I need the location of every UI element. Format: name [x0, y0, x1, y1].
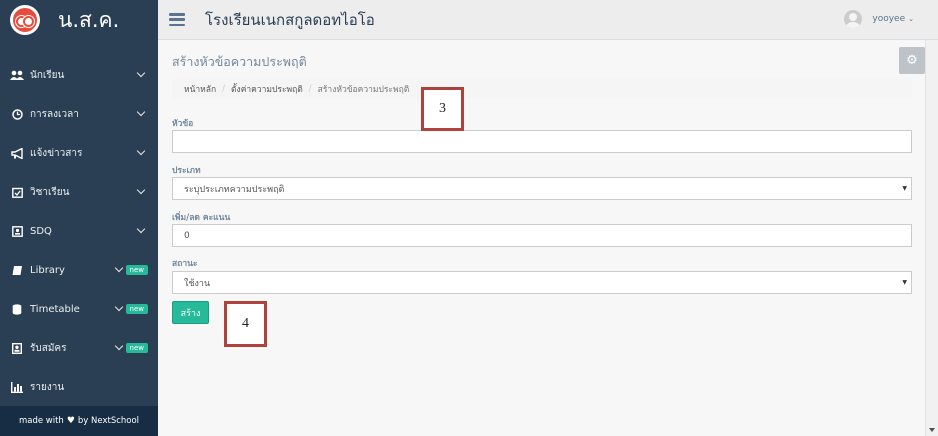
chevron-down-icon: [136, 107, 146, 117]
chevron-down-icon: [114, 263, 124, 273]
type-label: ประเภท: [172, 166, 201, 176]
sidebar-item-label: การลงเวลา: [30, 108, 79, 120]
id-card-icon: [10, 225, 24, 237]
sidebar-item-timetable[interactable]: Timetable new: [0, 294, 158, 324]
score-input[interactable]: 0: [172, 224, 912, 247]
chevron-down-icon: [136, 146, 146, 156]
sidebar-item-subjects[interactable]: วิชาเรียน: [0, 177, 158, 207]
username: yooyee: [872, 14, 906, 24]
status-label: สถานะ: [172, 259, 198, 269]
sidebar-item-announcements[interactable]: แจ้งข่าวสาร: [0, 138, 158, 168]
sidebar-item-label: วิชาเรียน: [30, 186, 70, 198]
sidebar-item-sdq[interactable]: SDQ: [0, 216, 158, 246]
gear-icon: ⚙: [906, 53, 918, 68]
breadcrumb-separator: /: [222, 84, 226, 94]
new-badge: new: [125, 304, 148, 314]
users-icon: [10, 69, 24, 81]
footer-text-left: made with: [18, 416, 64, 426]
main-content: สร้างหัวข้อความประพฤติ ⚙ หน้าหลัก / ตั้ง…: [158, 40, 925, 436]
status-select-value: ใช้งาน: [184, 278, 211, 289]
bar-chart-icon: [10, 381, 24, 393]
sidebar-item-label: รับสมัคร: [30, 342, 67, 354]
menu-toggle-icon[interactable]: [169, 13, 185, 26]
owl-logo-icon: [10, 5, 40, 35]
breadcrumb-behavior-settings[interactable]: ตั้งค่าความประพฤติ: [231, 82, 303, 96]
bullhorn-icon: [10, 147, 24, 159]
caret-down-icon: ▼: [902, 185, 907, 192]
top-nav: โรงเรียนเนกสกูลดอทไอโอ yooyee ⌄: [158, 0, 938, 40]
book-icon: [10, 264, 24, 276]
status-select[interactable]: ใช้งาน ▼: [172, 271, 912, 294]
breadcrumb: หน้าหลัก / ตั้งค่าความประพฤติ / สร้างหัว…: [172, 79, 912, 99]
sidebar-item-label: Library: [30, 264, 65, 276]
scroll-down-arrow-icon[interactable]: [929, 428, 935, 432]
avatar: [844, 10, 863, 28]
chevron-down-icon: ⌄: [908, 15, 914, 23]
brand[interactable]: น.ส.ค.: [0, 0, 158, 40]
settings-button[interactable]: ⚙: [899, 47, 925, 74]
chevron-down-icon: [136, 68, 146, 78]
sidebar-item-label: Timetable: [30, 303, 80, 315]
breadcrumb-home[interactable]: หน้าหลัก: [184, 82, 216, 96]
scrollbar[interactable]: [925, 40, 938, 436]
type-select-value: ระบุประเภทความประพฤติ: [184, 184, 285, 195]
topic-input[interactable]: [172, 130, 912, 153]
sidebar-item-label: รายงาน: [30, 381, 65, 393]
topic-label: หัวข้อ: [172, 119, 194, 129]
new-badge: new: [125, 343, 148, 353]
type-select[interactable]: ระบุประเภทความประพฤติ ▼: [172, 177, 912, 200]
database-icon: [10, 303, 24, 315]
annotation-box-4: 4: [224, 301, 267, 347]
heart-icon: ♥: [66, 416, 75, 426]
new-badge: new: [125, 265, 148, 275]
sidebar-item-library[interactable]: Library new: [0, 255, 158, 285]
caret-down-icon: ▼: [902, 279, 907, 286]
sidebar-item-admissions[interactable]: รับสมัคร new: [0, 333, 158, 363]
portrait-icon: [10, 342, 24, 354]
sidebar: น.ส.ค. นักเรียน การลงเวลา แจ้งข่าวสาร วิ…: [0, 0, 158, 436]
sidebar-footer: made with ♥ by NextSchool: [0, 406, 158, 436]
create-button[interactable]: สร้าง: [172, 301, 209, 324]
chevron-down-icon: [114, 302, 124, 312]
chevron-down-icon: [114, 341, 124, 351]
page-title: สร้างหัวข้อความประพฤติ: [172, 54, 307, 69]
clock-icon: [10, 108, 24, 120]
chevron-down-icon: [136, 185, 146, 195]
score-label: เพิ่ม/ลด คะแนน: [172, 213, 231, 223]
school-title: โรงเรียนเนกสกูลดอทไอโอ: [205, 10, 375, 29]
sidebar-item-students[interactable]: นักเรียน: [0, 60, 158, 90]
calendar-check-icon: [10, 186, 24, 198]
breadcrumb-current: สร้างหัวข้อความประพฤติ: [317, 85, 410, 95]
sidebar-item-label: นักเรียน: [30, 69, 65, 81]
chevron-down-icon: [136, 224, 146, 234]
sidebar-item-label: แจ้งข่าวสาร: [30, 147, 83, 159]
sidebar-item-attendance[interactable]: การลงเวลา: [0, 99, 158, 129]
sidebar-item-label: SDQ: [30, 225, 52, 237]
annotation-box-3: 3: [421, 87, 464, 131]
brand-title: น.ส.ค.: [58, 7, 120, 32]
user-menu[interactable]: yooyee ⌄: [844, 10, 914, 28]
breadcrumb-separator: /: [308, 84, 312, 94]
sidebar-item-reports[interactable]: รายงาน: [0, 372, 158, 402]
footer-text-right: by NextSchool: [77, 416, 140, 426]
